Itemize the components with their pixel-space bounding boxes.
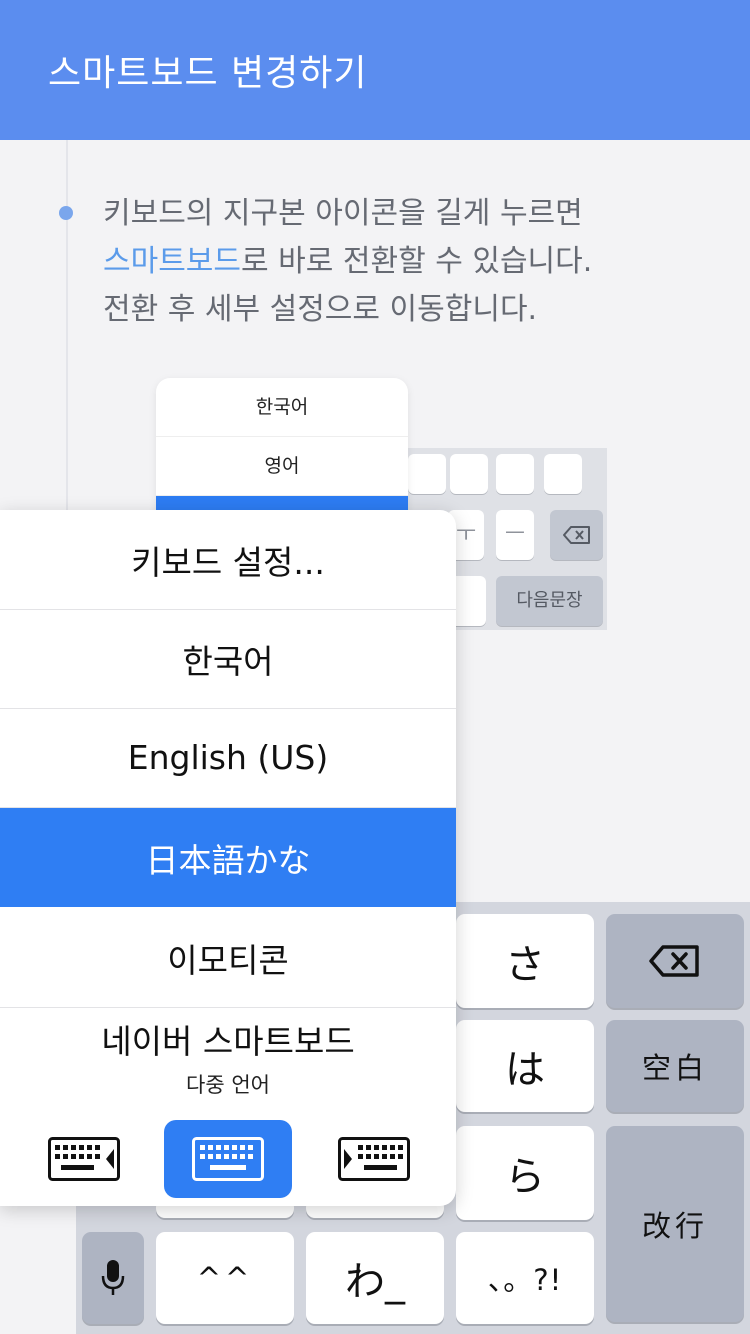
description-line-2-rest: 로 바로 전환할 수 있습니다. — [241, 244, 593, 279]
key-sa[interactable]: さ — [456, 914, 594, 1008]
description-text: 키보드의 지구본 아이콘을 길게 누르면 스마트보드로 바로 전환할 수 있습니… — [103, 190, 723, 334]
menu-item-label: 키보드 설정... — [131, 542, 325, 582]
menu-item-sublabel: 다중 언어 — [186, 1072, 270, 1097]
mini-key — [544, 454, 582, 494]
mic-key[interactable] — [82, 1232, 144, 1324]
enter-key[interactable]: 改行 — [606, 1126, 744, 1322]
menu-item-label: 이모티콘 — [167, 940, 289, 980]
keyboard-right-icon — [338, 1137, 410, 1181]
emoticon-label: ^^ — [196, 1261, 254, 1295]
keyboard-switch-menu: 키보드 설정... 한국어 English (US) 日本語かな 이모티콘 네이… — [0, 510, 456, 1206]
keyboard-left-icon — [48, 1137, 120, 1181]
menu-item-naver-smartboard[interactable]: 네이버 스마트보드 다중 언어 — [0, 1007, 456, 1106]
key-ha[interactable]: は — [456, 1020, 594, 1112]
page-title: 스마트보드 변경하기 — [48, 53, 368, 94]
menu-item-label: 한국어 — [182, 641, 274, 681]
menu-item-emoticon[interactable]: 이모티콘 — [0, 908, 456, 1008]
menu-item-keyboard-settings[interactable]: 키보드 설정... — [0, 510, 456, 610]
menu-item-label: English (US) — [127, 738, 329, 777]
description-line-2: 스마트보드로 바로 전환할 수 있습니다. — [103, 238, 723, 286]
menu-item-english[interactable]: English (US) — [0, 708, 456, 808]
menu-item-label: 네이버 스마트보드 — [101, 1021, 355, 1061]
mini-key — [408, 454, 446, 494]
emoticon-key[interactable]: ^^ — [156, 1232, 294, 1324]
punctuation-label: 、。?! — [487, 1263, 563, 1297]
space-label: 空白 — [641, 1051, 708, 1085]
right-keyboard-button[interactable] — [310, 1120, 438, 1198]
mini-key — [450, 454, 488, 494]
description-line-3: 전환 후 세부 설정으로 이동합니다. — [103, 292, 538, 327]
punctuation-key[interactable]: 、。?! — [456, 1232, 594, 1324]
mini-delete-key — [550, 510, 603, 560]
header-bar: 스마트보드 변경하기 — [0, 0, 750, 140]
mini-popup-item: 영어 — [156, 437, 408, 496]
enter-label: 改行 — [641, 1209, 708, 1243]
delete-key[interactable] — [606, 914, 744, 1008]
illustration-popup: 한국어 영어 — [156, 378, 408, 528]
menu-item-korean[interactable]: 한국어 — [0, 609, 456, 709]
menu-item-label: 日本語かな — [145, 840, 311, 880]
mini-key-eu: ㅡ — [496, 510, 534, 560]
center-keyboard-button[interactable] — [164, 1120, 292, 1198]
left-keyboard-button[interactable] — [20, 1120, 148, 1198]
bullet-dot — [59, 206, 73, 220]
mini-next-sentence-key: 다음문장 — [496, 576, 603, 626]
microphone-icon — [101, 1260, 125, 1295]
mini-popup-item: 한국어 — [156, 378, 408, 437]
smartboard-highlight: 스마트보드 — [103, 244, 241, 279]
mini-key — [496, 454, 534, 494]
backspace-icon — [649, 945, 699, 977]
description-line-1: 키보드의 지구본 아이콘을 길게 누르면 — [103, 196, 583, 231]
keyboard-center-icon — [192, 1137, 264, 1181]
key-ra[interactable]: ら — [456, 1126, 594, 1220]
space-key[interactable]: 空白 — [606, 1020, 744, 1112]
key-wa[interactable]: わ_ — [306, 1232, 444, 1324]
backspace-icon — [563, 526, 590, 544]
menu-item-japanese[interactable]: 日本語かな — [0, 808, 456, 907]
